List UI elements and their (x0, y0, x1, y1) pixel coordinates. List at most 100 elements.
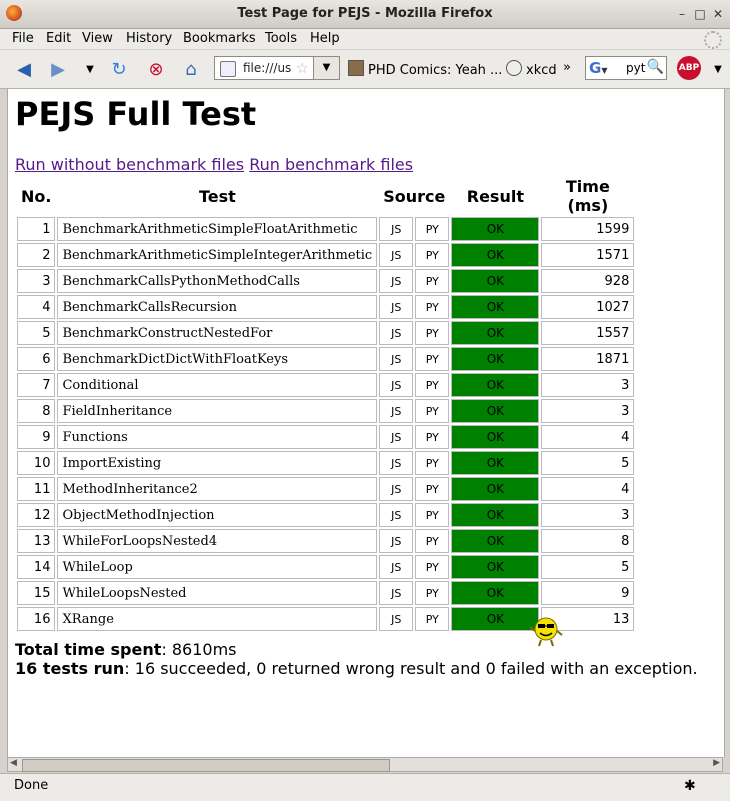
menu-history[interactable]: History (126, 31, 172, 46)
js-source-link[interactable]: JS (379, 581, 414, 605)
js-source-link[interactable]: JS (379, 425, 414, 449)
time-cell: 3 (541, 399, 635, 423)
menu-view[interactable]: View (82, 31, 113, 46)
time-cell: 5 (541, 451, 635, 475)
search-input[interactable]: pyth (626, 61, 646, 75)
minimize-icon[interactable]: – (674, 6, 690, 22)
js-source-link[interactable]: JS (379, 529, 414, 553)
result-cell: OK (451, 217, 540, 241)
result-cell: OK (451, 399, 540, 423)
back-icon[interactable]: ◀ (12, 57, 36, 81)
time-cell: 8 (541, 529, 635, 553)
py-source-link[interactable]: PY (415, 269, 450, 293)
search-icon[interactable]: 🔍 (647, 59, 664, 75)
py-source-link[interactable]: PY (415, 243, 450, 267)
result-cell: OK (451, 243, 540, 267)
scroll-right-icon[interactable]: ▶ (713, 758, 720, 768)
time-cell: 4 (541, 425, 635, 449)
py-source-link[interactable]: PY (415, 321, 450, 345)
js-source-link[interactable]: JS (379, 399, 414, 423)
test-name: BenchmarkCallsPythonMethodCalls (57, 269, 378, 293)
result-cell: OK (451, 295, 540, 319)
run-without-benchmark-link[interactable]: Run without benchmark files (15, 155, 244, 174)
forward-icon[interactable]: ▶ (46, 57, 70, 81)
js-source-link[interactable]: JS (379, 295, 414, 319)
js-source-link[interactable]: JS (379, 373, 414, 397)
url-dropdown-icon[interactable]: ▼ (313, 56, 340, 80)
home-icon[interactable]: ⌂ (179, 57, 203, 81)
py-source-link[interactable]: PY (415, 503, 450, 527)
google-icon[interactable]: G▼ (589, 59, 607, 77)
table-row: 12 ObjectMethodInjection JS PY OK 3 (17, 503, 635, 527)
js-source-link[interactable]: JS (379, 477, 414, 501)
js-source-link[interactable]: JS (379, 321, 414, 345)
py-source-link[interactable]: PY (415, 399, 450, 423)
result-cell: OK (451, 607, 540, 631)
page-heading: PEJS Full Test (15, 95, 257, 133)
js-source-link[interactable]: JS (379, 347, 414, 371)
stop-icon[interactable]: ⊗ (144, 57, 168, 81)
py-source-link[interactable]: PY (415, 477, 450, 501)
maximize-icon[interactable]: □ (692, 6, 708, 22)
menu-edit[interactable]: Edit (46, 31, 71, 46)
js-source-link[interactable]: JS (379, 607, 414, 631)
row-number: 14 (17, 555, 56, 579)
py-source-link[interactable]: PY (415, 555, 450, 579)
reload-icon[interactable]: ↻ (107, 57, 131, 81)
table-row: 9 Functions JS PY OK 4 (17, 425, 635, 449)
scrollbar-thumb[interactable] (22, 759, 390, 772)
menu-bookmarks[interactable]: Bookmarks (183, 31, 256, 46)
py-source-link[interactable]: PY (415, 373, 450, 397)
time-cell: 9 (541, 581, 635, 605)
bug-icon[interactable]: ✱ (684, 778, 696, 794)
scroll-left-icon[interactable]: ◀ (10, 758, 17, 768)
abp-dropdown-icon[interactable]: ▼ (706, 57, 730, 81)
test-name: WhileForLoopsNested4 (57, 529, 378, 553)
result-cell: OK (451, 451, 540, 475)
close-icon[interactable]: ✕ (710, 6, 726, 22)
py-source-link[interactable]: PY (415, 581, 450, 605)
result-cell: OK (451, 269, 540, 293)
py-source-link[interactable]: PY (415, 217, 450, 241)
js-source-link[interactable]: JS (379, 269, 414, 293)
py-source-link[interactable]: PY (415, 529, 450, 553)
js-source-link[interactable]: JS (379, 503, 414, 527)
bookmark-star-icon[interactable]: ☆ (296, 59, 309, 77)
total-time-value: : 8610ms (161, 640, 237, 659)
test-name: BenchmarkDictDictWithFloatKeys (57, 347, 378, 371)
menu-tools[interactable]: Tools (265, 31, 297, 46)
header-result: Result (466, 186, 524, 206)
row-number: 2 (17, 243, 56, 267)
time-cell: 1027 (541, 295, 635, 319)
test-name: XRange (57, 607, 378, 631)
adblock-icon[interactable]: ABP (677, 56, 701, 80)
js-source-link[interactable]: JS (379, 217, 414, 241)
header-test: Test (198, 186, 236, 206)
bookmark-xkcd[interactable]: xkcd (506, 60, 557, 78)
history-dropdown-icon[interactable]: ▼ (78, 57, 102, 81)
window-title: Test Page for PEJS - Mozilla Firefox (237, 6, 493, 21)
js-source-link[interactable]: JS (379, 451, 414, 475)
time-cell: 1571 (541, 243, 635, 267)
run-benchmark-link[interactable]: Run benchmark files (249, 155, 413, 174)
bookmark-phd-comics[interactable]: PHD Comics: Yeah ... (348, 60, 502, 78)
py-source-link[interactable]: PY (415, 347, 450, 371)
test-name: MethodInheritance2 (57, 477, 378, 501)
py-source-link[interactable]: PY (415, 295, 450, 319)
js-source-link[interactable]: JS (379, 243, 414, 267)
py-source-link[interactable]: PY (415, 451, 450, 475)
throbber-icon (704, 31, 722, 49)
py-source-link[interactable]: PY (415, 425, 450, 449)
time-cell: 3 (541, 373, 635, 397)
test-name: BenchmarkConstructNestedFor (57, 321, 378, 345)
row-number: 9 (17, 425, 56, 449)
py-source-link[interactable]: PY (415, 607, 450, 631)
horizontal-scrollbar[interactable]: ◀ ▶ (7, 757, 723, 772)
row-number: 12 (17, 503, 56, 527)
search-box[interactable]: G▼ pyth 🔍 (585, 56, 667, 80)
menu-help[interactable]: Help (310, 31, 340, 46)
menu-file[interactable]: File (12, 31, 34, 46)
bookmarks-overflow-chevron[interactable]: » (563, 60, 571, 75)
result-cell: OK (451, 425, 540, 449)
js-source-link[interactable]: JS (379, 555, 414, 579)
